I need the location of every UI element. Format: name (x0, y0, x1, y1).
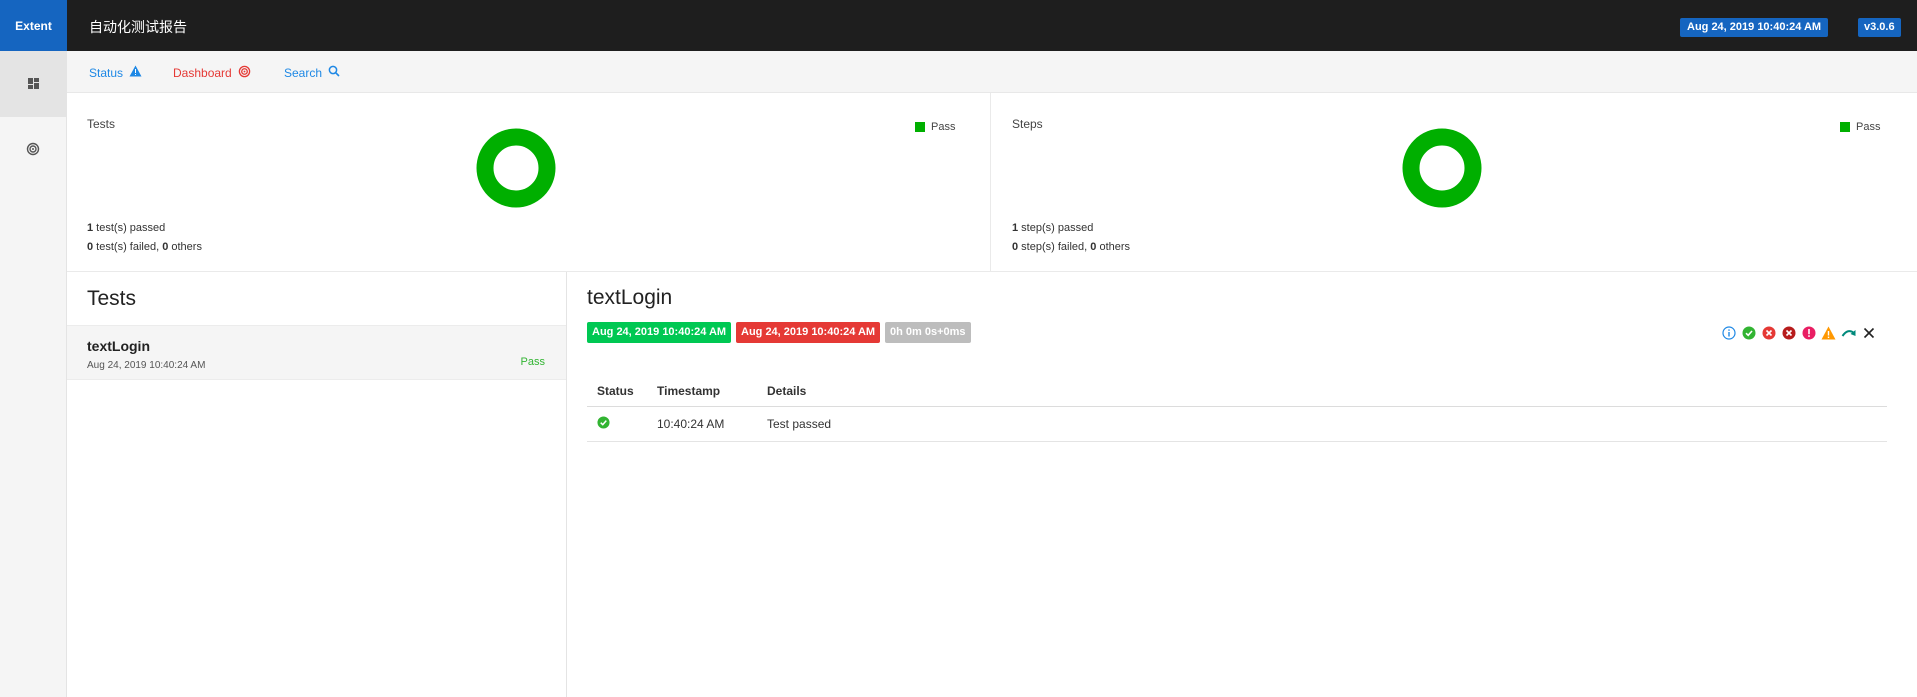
log-table-header-row: Status Timestamp Details (587, 376, 1887, 407)
report-date-badge: Aug 24, 2019 10:40:24 AM (1680, 18, 1829, 37)
tests-others-text: others (168, 241, 202, 253)
test-status: Pass (520, 356, 545, 368)
sub-nav: Status Dashboard Search (67, 51, 1917, 93)
test-detail-title: textLogin (587, 286, 673, 309)
tests-passed-summary: 1 test(s) passed (87, 222, 165, 234)
steps-passed-text: step(s) passed (1018, 222, 1094, 234)
sidenav-item-dashboard[interactable] (0, 117, 66, 183)
search-icon (328, 65, 340, 80)
fatal-icon[interactable] (1780, 324, 1797, 341)
steps-others-text: others (1096, 241, 1131, 253)
brand-logo[interactable]: Extent (0, 0, 67, 51)
dashboard-grid-icon (27, 77, 39, 92)
steps-passed-summary: 1 step(s) passed (1012, 222, 1093, 234)
step-timestamp-cell: 10:40:24 AM (647, 406, 757, 442)
table-row: 10:40:24 AM Test passed (587, 406, 1887, 442)
status-filter-bar (1720, 324, 1877, 341)
search-link[interactable]: Search (284, 65, 340, 80)
radar-icon (238, 65, 251, 81)
version-badge: v3.0.6 (1858, 18, 1901, 37)
pass-check-icon (597, 416, 610, 432)
steps-chart-legend: Pass (1840, 121, 1880, 133)
test-name: textLogin (87, 338, 150, 354)
tests-list-panel: Tests textLogin Aug 24, 2019 10:40:24 AM… (67, 272, 567, 697)
clear-icon[interactable] (1860, 324, 1877, 341)
info-icon[interactable] (1720, 324, 1737, 341)
tests-legend-label: Pass (931, 121, 956, 133)
steps-failed-summary: 0 step(s) failed, 0 others (1012, 241, 1130, 253)
search-link-label: Search (284, 65, 323, 80)
steps-legend-label: Pass (1856, 121, 1881, 133)
tests-chart-title: Tests (87, 117, 116, 131)
test-list-item[interactable]: textLogin Aug 24, 2019 10:40:24 AM Pass (67, 325, 566, 380)
details-column-header: Details (757, 376, 1887, 407)
status-column-header: Status (587, 376, 647, 407)
timestamp-column-header: Timestamp (647, 376, 757, 407)
tests-chart-panel: Tests Pass 1 test(s) passed 0 test(s) fa… (67, 93, 991, 272)
end-time-label: Aug 24, 2019 10:40:24 AM (736, 322, 881, 343)
step-status-cell (587, 406, 647, 442)
report-title: 自动化测试报告 (89, 20, 187, 36)
pass-legend-swatch (1840, 122, 1850, 132)
test-timestamp: Aug 24, 2019 10:40:24 AM (87, 360, 206, 371)
dashboard-link[interactable]: Dashboard (173, 65, 251, 81)
status-link[interactable]: Status (89, 65, 142, 80)
step-log-table: Status Timestamp Details 10:40:24 AM Tes… (587, 376, 1887, 442)
tests-list-heading: Tests (87, 287, 137, 310)
pass-icon[interactable] (1740, 324, 1757, 341)
tests-chart-legend: Pass (915, 121, 955, 133)
fail-icon[interactable] (1760, 324, 1777, 341)
test-detail-panel: textLogin Aug 24, 2019 10:40:24 AM Aug 2… (567, 272, 1917, 697)
dashboard-link-label: Dashboard (173, 66, 232, 80)
start-time-label: Aug 24, 2019 10:40:24 AM (587, 322, 732, 343)
steps-failed-text: step(s) failed, (1018, 241, 1091, 253)
top-navbar: Extent 自动化测试报告 Aug 24, 2019 10:40:24 AM … (0, 0, 1917, 51)
pass-legend-swatch (915, 122, 925, 132)
step-details-cell: Test passed (757, 406, 1887, 442)
tests-failed-text: test(s) failed, (93, 241, 163, 253)
steps-donut-chart (1402, 128, 1482, 211)
side-nav (0, 51, 67, 697)
tests-failed-summary: 0 test(s) failed, 0 others (87, 241, 202, 253)
steps-chart-panel: Steps Pass 1 step(s) passed 0 step(s) fa… (992, 93, 1917, 272)
radar-icon (26, 142, 40, 159)
skip-icon[interactable] (1840, 324, 1857, 341)
steps-chart-title: Steps (1012, 117, 1043, 131)
error-icon[interactable] (1800, 324, 1817, 341)
warning-icon[interactable] (1820, 324, 1837, 341)
sidenav-item-tests[interactable] (0, 51, 66, 117)
duration-label: 0h 0m 0s+0ms (885, 322, 971, 343)
warning-triangle-icon (129, 65, 142, 80)
tests-passed-text: test(s) passed (93, 222, 166, 234)
status-link-label: Status (89, 65, 124, 80)
tests-donut-chart (476, 128, 556, 211)
